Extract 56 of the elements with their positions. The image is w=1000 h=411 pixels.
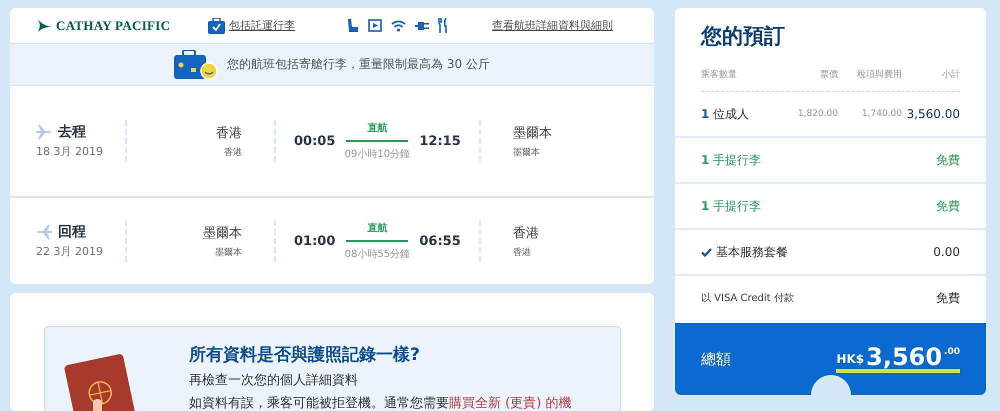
column-header: 稅項與費用 xyxy=(856,68,902,81)
fare-amount: 1,820.00 xyxy=(796,109,838,119)
flight-date: 22 3月 2019 xyxy=(36,244,104,259)
passenger-count: 1 位成人 xyxy=(701,106,750,122)
arrival-time: 06:55 xyxy=(419,234,461,248)
airline-logo: CATHAY PACIFIC xyxy=(56,18,170,34)
notice-warning-text: 如資料有誤，乘客可能被拒登機。通常您需要購買全新 (更貴) 的機 xyxy=(189,395,572,411)
baggage-item: 1 手提行李 xyxy=(701,198,762,214)
column-header: 乘客數量 xyxy=(701,68,738,81)
origin-airport: 香港 xyxy=(223,146,242,158)
departure-time: 00:05 xyxy=(294,134,336,148)
total-label: 總額 xyxy=(701,350,731,368)
origin-city: 墨爾本 xyxy=(202,224,242,242)
item-price: 免費 xyxy=(936,290,960,306)
arrival-time: 12:15 xyxy=(419,134,461,148)
suitcase-smiley-icon xyxy=(174,50,218,80)
flight-direction-label: 去程 xyxy=(58,123,86,141)
buy-ticket-link[interactable]: 購買全新 (更貴) 的機 xyxy=(449,396,572,411)
notice-text: 再檢查一次您的個人詳細資料 xyxy=(189,372,359,389)
booking-title: 您的預訂 xyxy=(699,23,786,50)
briefcase-check-icon xyxy=(208,18,225,34)
item-price: 免費 xyxy=(936,152,960,168)
wifi-icon xyxy=(391,20,406,32)
baggage-item: 1 手提行李 xyxy=(701,152,762,168)
direct-flight-label: 直航 xyxy=(367,121,388,135)
baggage-link[interactable]: 包括託運行李 xyxy=(229,18,295,33)
flight-direction-label: 回程 xyxy=(58,223,86,241)
origin-city: 香港 xyxy=(215,124,242,142)
origin-airport: 墨爾本 xyxy=(214,246,242,258)
notice-title: 所有資料是否與護照記錄一樣? xyxy=(189,344,421,366)
destination-city: 墨爾本 xyxy=(512,124,552,142)
destination-city: 香港 xyxy=(512,224,539,242)
direct-flight-label: 直航 xyxy=(367,221,388,235)
flight-duration: 09小時10分鐘 xyxy=(344,148,410,161)
baggage-allowance-text: 您的航班包括寄艙行李，重量限制最高為 30 公斤 xyxy=(227,56,490,73)
taxes-amount: 1,740.00 xyxy=(860,109,902,119)
departure-time: 01:00 xyxy=(294,234,336,248)
plane-right-icon xyxy=(36,124,52,140)
cutlery-icon xyxy=(438,18,448,33)
video-icon xyxy=(368,19,382,32)
column-header: 票價 xyxy=(819,69,838,81)
bird-logo-icon xyxy=(36,18,52,32)
destination-airport: 墨爾本 xyxy=(512,146,541,158)
plug-icon xyxy=(415,20,429,32)
service-package-label: 基本服務套餐 xyxy=(716,244,788,260)
payment-method-label: 以 VISA Credit 付款 xyxy=(701,292,794,305)
flight-duration: 08小時55分鐘 xyxy=(344,248,410,261)
plane-left-icon xyxy=(36,224,52,240)
item-price: 免費 xyxy=(936,198,960,214)
column-header: 小計 xyxy=(941,68,960,81)
flight-details-link[interactable]: 查看航班詳細資料與細則 xyxy=(492,18,613,33)
flight-date: 18 3月 2019 xyxy=(36,144,104,159)
seat-icon xyxy=(346,18,359,33)
item-price: 0.00 xyxy=(933,245,960,259)
destination-airport: 香港 xyxy=(512,246,532,258)
subtotal-amount: 3,560.00 xyxy=(906,107,960,121)
